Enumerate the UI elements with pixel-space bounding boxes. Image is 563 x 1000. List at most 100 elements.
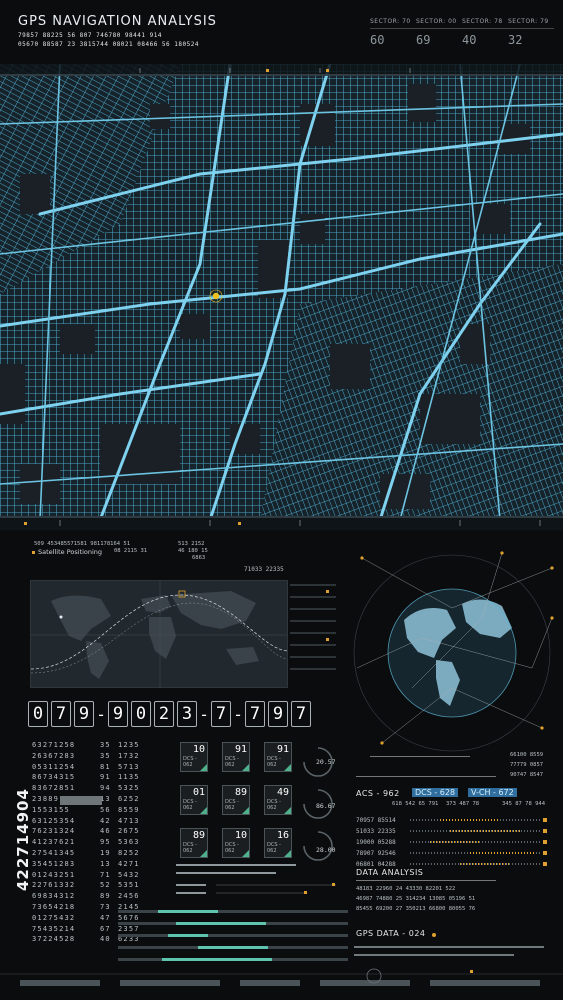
- sat-code-1: 509 453485571581 981178164 51: [34, 541, 131, 547]
- number-cell: 1235: [118, 741, 140, 749]
- dcs-tile[interactable]: 01 DCS - 062: [180, 785, 208, 815]
- number-cell: 63125354: [32, 816, 76, 825]
- sector-value: 69: [416, 33, 431, 47]
- number-cell: 01275432: [32, 913, 76, 922]
- da-row: 46987 74880 25 314234 13085 05196 51: [356, 896, 476, 902]
- sector-label: SECTOR: 79: [508, 18, 549, 25]
- number-cell: 26367283: [32, 751, 76, 760]
- tracking-id-counter: 0 7 9 - 9 0 2 3 - 7 - 7 9 7: [28, 701, 311, 727]
- dcs-tile[interactable]: 49 DCS - 062: [264, 785, 292, 815]
- number-cell: 56: [100, 805, 111, 814]
- number-cell: 5363: [118, 838, 140, 847]
- number-cell: 1135: [118, 773, 140, 782]
- number-cell: 35: [100, 751, 111, 760]
- counter-separator: -: [233, 704, 243, 724]
- number-cell: 71: [100, 870, 111, 879]
- dcs-tile[interactable]: 10 DCS - 062: [180, 742, 208, 772]
- number-cell: 63271258: [32, 741, 76, 749]
- bottom-status-strip: [0, 968, 563, 986]
- number-cell: 1553155: [32, 805, 70, 814]
- world-map-trajectory[interactable]: [30, 580, 288, 688]
- number-cell: 6252: [118, 794, 140, 803]
- number-cell: 2675: [118, 827, 140, 836]
- vch-numbers: 373 487 78: [446, 801, 480, 807]
- tile-value: 49: [276, 787, 289, 798]
- number-cell: 37224528: [32, 935, 76, 944]
- sector-readout-2: SECTOR: 00 69: [416, 18, 462, 47]
- dcs-tile[interactable]: 91 DCS - 062: [222, 742, 250, 772]
- number-cell: 5351: [118, 881, 140, 890]
- sector-label: SECTOR: 78: [462, 18, 503, 25]
- acs-numbers: 618 542 65 791: [392, 801, 439, 807]
- satellite-positioning-title: Satellite Positioning: [32, 548, 102, 556]
- number-column-1: 63271258 26367283 05311254 86734315 83672851…: [32, 740, 75, 945]
- number-cell: 81: [100, 762, 111, 771]
- globe-network[interactable]: [352, 548, 557, 758]
- number-cell: 41237621: [32, 838, 76, 847]
- progress-bars: [118, 910, 348, 961]
- dcs-tile[interactable]: 89 DCS - 062: [222, 785, 250, 815]
- number-cell: 05311254: [32, 762, 76, 771]
- data-row: 70957 85514: [356, 817, 396, 824]
- number-cell: 35: [100, 741, 111, 749]
- tile-value: 10: [192, 744, 205, 755]
- number-cell: 67: [100, 924, 111, 933]
- number-cell: 13: [100, 859, 111, 868]
- number-cell: 35451283: [32, 859, 76, 868]
- map-top-ruler: [0, 64, 563, 76]
- gauge-value: 20.57: [316, 758, 336, 766]
- counter-digit: 7: [211, 701, 231, 727]
- dcs-tile[interactable]: 89 DCS - 062: [180, 828, 208, 858]
- sector-value: 40: [462, 33, 477, 47]
- data-row: 06801 04288: [356, 861, 396, 868]
- divider-line: [370, 756, 470, 757]
- data-row-bars: [410, 818, 547, 866]
- counter-digit: 9: [108, 701, 128, 727]
- data-row: 51033 22335: [356, 828, 396, 835]
- number-cell: 8559: [118, 805, 140, 814]
- number-cell: 5432: [118, 870, 140, 879]
- number-cell: 22761332: [32, 881, 76, 890]
- tail-numbers: 345 87 78 944: [502, 801, 546, 807]
- counter-digit: 9: [268, 701, 288, 727]
- sector-value: 60: [370, 33, 385, 47]
- dcs-tile[interactable]: 91 DCS - 062: [264, 742, 292, 772]
- divider-line-2: [356, 776, 496, 777]
- readout-1: 66100 8559: [510, 752, 544, 758]
- counter-digit: 7: [245, 701, 265, 727]
- readout-3: 90747 8547: [510, 772, 544, 778]
- dcs-highlight[interactable]: DCS - 628: [412, 788, 459, 797]
- number-cell: 95: [100, 838, 111, 847]
- stock-id-text: 422714904: [14, 788, 32, 891]
- number-cell: 27541345: [32, 848, 76, 857]
- dcs-tile[interactable]: 16 DCS - 062: [264, 828, 292, 858]
- counter-digit: 7: [51, 701, 71, 727]
- sector-readout-1: SECTOR: 70 60: [370, 18, 416, 47]
- acs-label: ACS - 962: [356, 789, 400, 798]
- data-row: 19000 05288: [356, 839, 396, 846]
- number-column-2: 35 35 81 91 94 13 56 42 46 95 19 13 71 52 89 73 47 67 40: [100, 740, 111, 945]
- sector-readout-4: SECTOR: 79 32: [508, 18, 554, 47]
- tile-footer-lines: [176, 864, 336, 894]
- number-cell: 76231324: [32, 827, 76, 836]
- tile-value: 91: [276, 744, 289, 755]
- tile-value: 16: [276, 830, 289, 841]
- data-analysis-title: DATA ANALYSIS: [356, 868, 424, 877]
- sat-side-stats: [290, 584, 336, 670]
- dcs-tile[interactable]: 10 DCS - 062: [222, 828, 250, 858]
- number-cell: 69834312: [32, 892, 76, 901]
- app-title: GPS NAVIGATION ANALYSIS: [18, 14, 217, 29]
- number-cell: 5713: [118, 762, 140, 771]
- counter-separator: -: [96, 704, 106, 724]
- number-cell: 5325: [118, 784, 140, 793]
- number-cell: 73: [100, 902, 111, 911]
- number-cell: 47: [100, 913, 111, 922]
- city-street-map[interactable]: [0, 64, 563, 520]
- sat-code-4: 46 180 15: [178, 548, 208, 554]
- column-highlight-bar: [60, 796, 102, 805]
- stock-id-watermark: 422714904: [10, 765, 34, 895]
- gps-data-bars: [354, 946, 544, 956]
- number-cell: 42: [100, 816, 111, 825]
- number-cell: 8252: [118, 848, 140, 857]
- vch-highlight[interactable]: V-CH - 672: [468, 788, 517, 797]
